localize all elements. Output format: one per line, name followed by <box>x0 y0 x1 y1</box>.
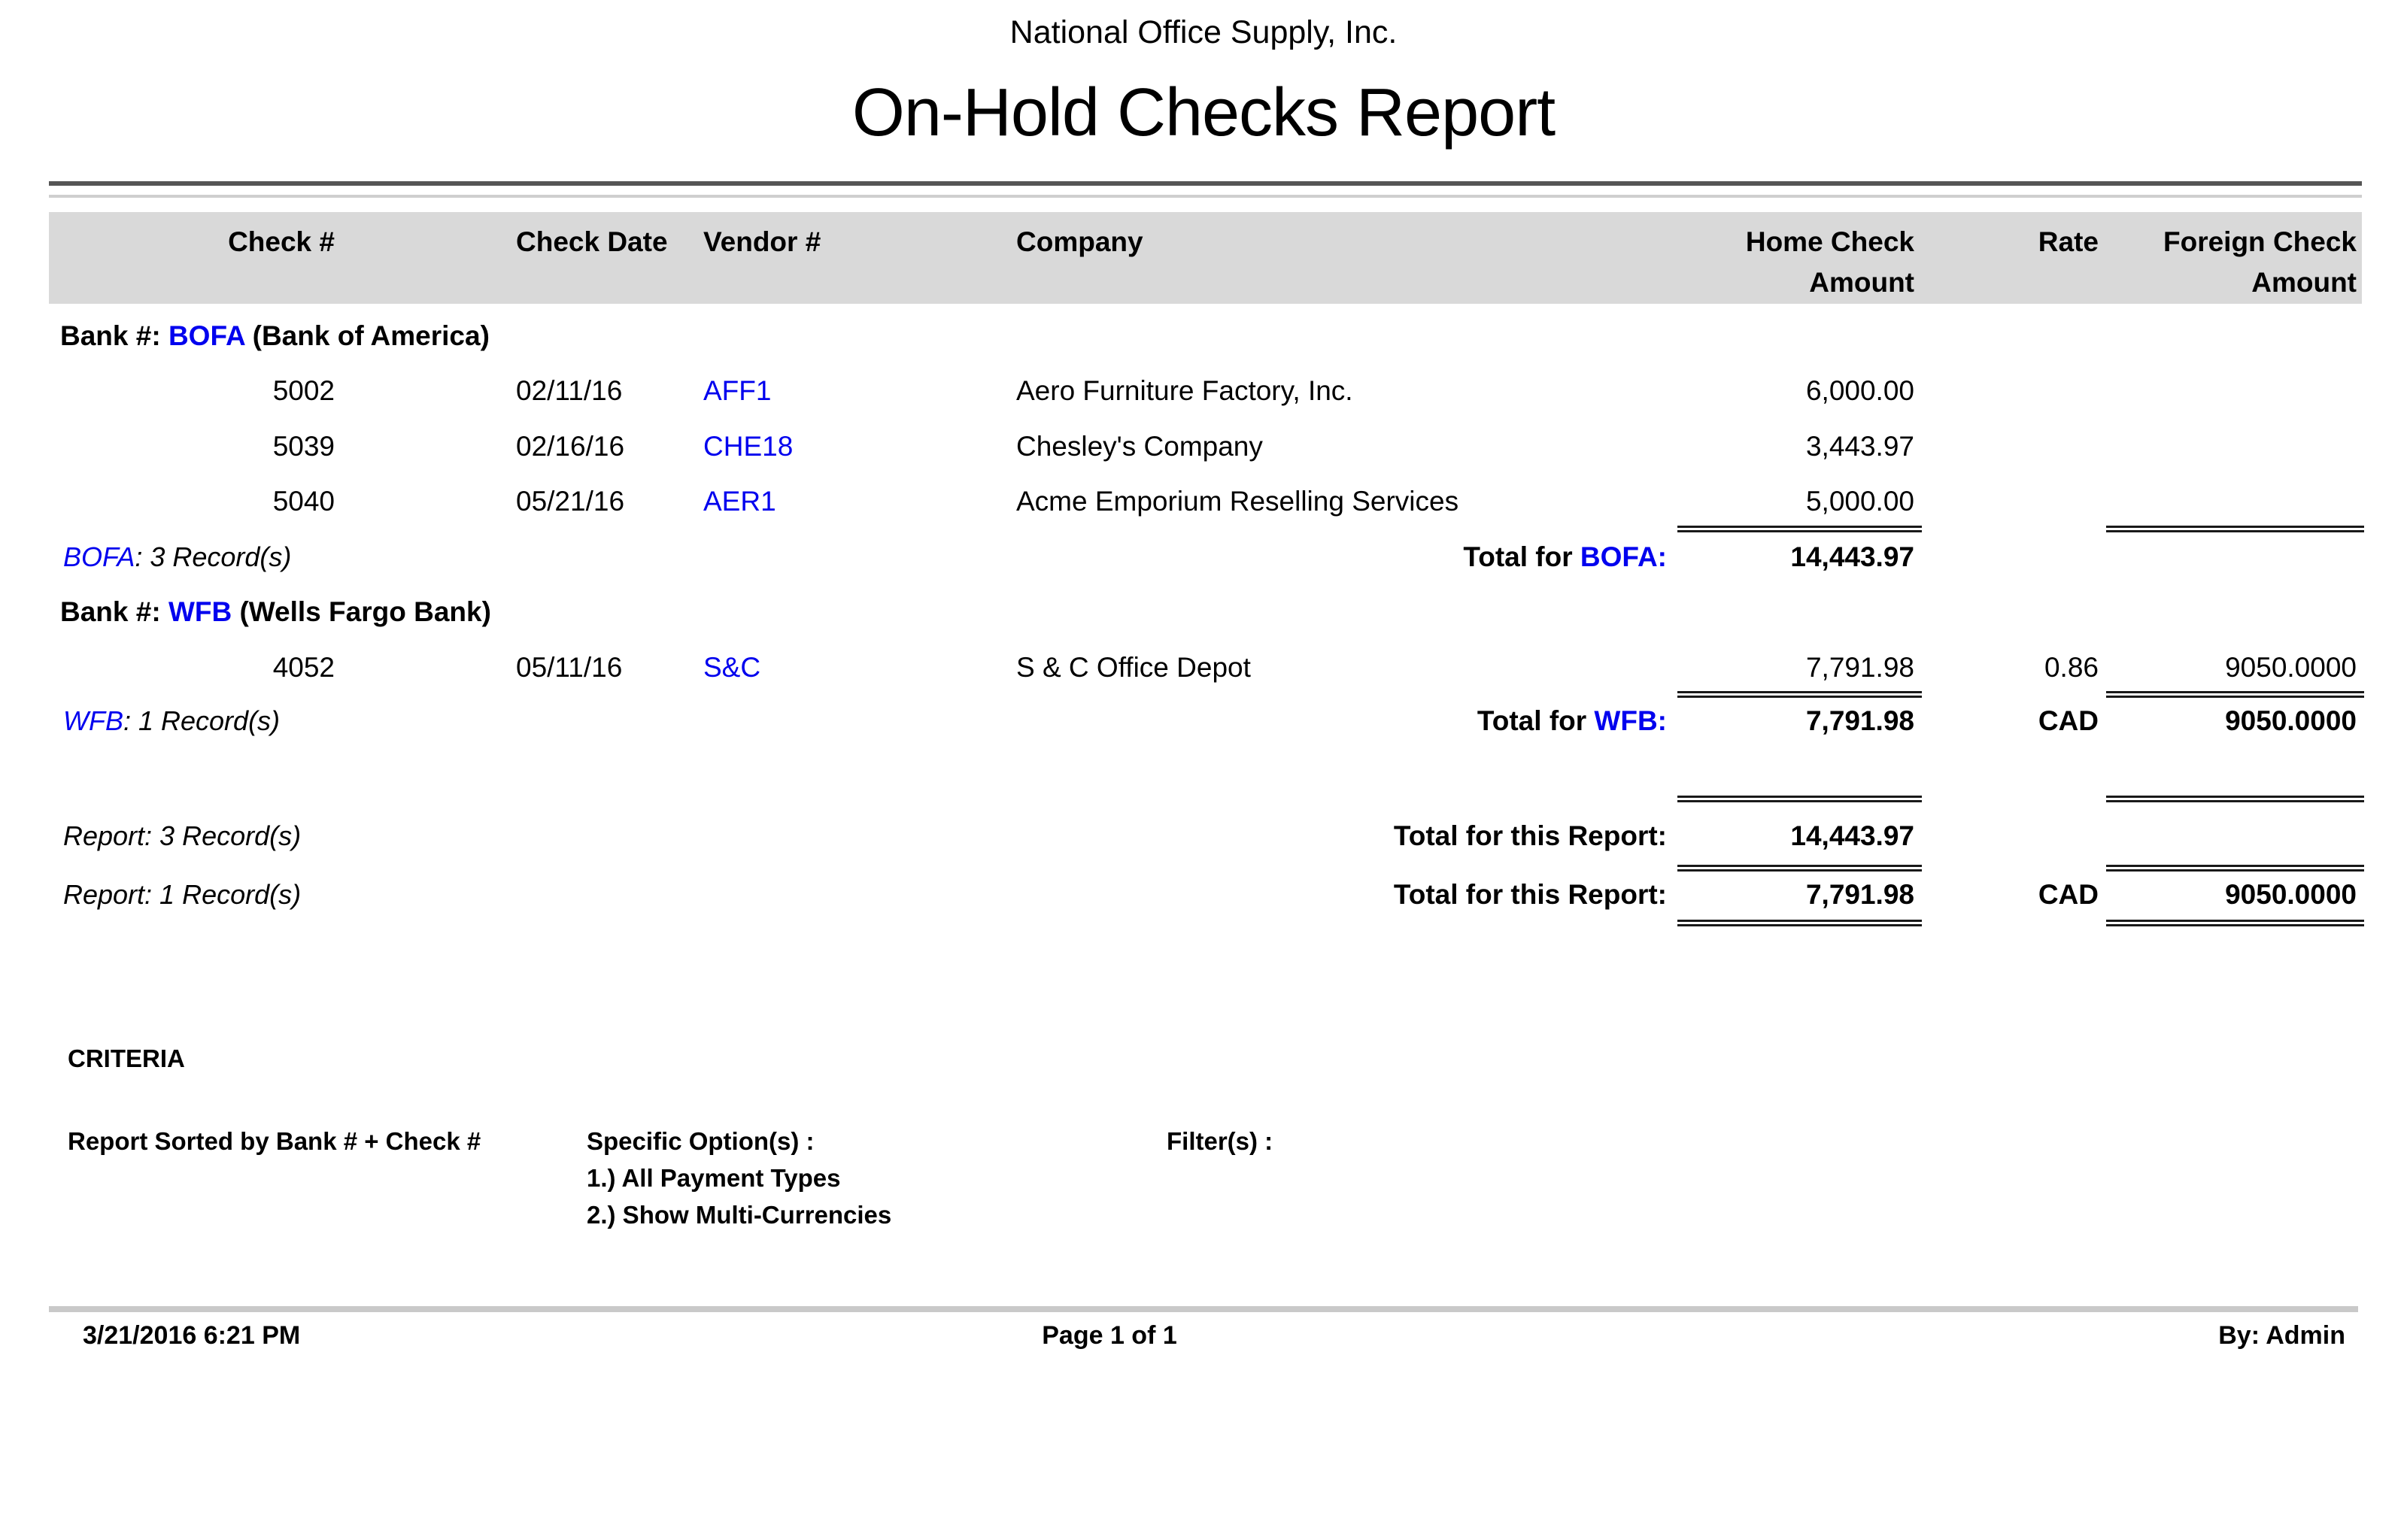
check-number-cell: 5002 <box>45 372 335 410</box>
criteria-option: 1.) All Payment Types <box>587 1160 1113 1197</box>
check-row: 5002 02/11/16 AFF1 Aero Furniture Factor… <box>0 372 2407 410</box>
bank-records-code: WFB <box>63 705 123 736</box>
report-total-rule-foreign <box>2106 796 2364 802</box>
title-separator-light <box>49 195 2362 198</box>
report-records-count: Report: 1 Record(s) <box>63 876 815 914</box>
criteria-filters-label: Filter(s) : <box>1167 1123 1618 1160</box>
bank-line: Bank #: BOFA (Bank of America) <box>60 317 1113 355</box>
bank-total-prefix: Total for <box>1463 541 1580 572</box>
footer-page-number: Page 1 of 1 <box>903 1317 1316 1354</box>
bank-records-text: : 1 Record(s) <box>123 705 280 736</box>
bank-records-text: : 3 Record(s) <box>135 541 291 572</box>
rate-cell: 0.86 <box>1911 649 2099 687</box>
bank-total-label: Total for BOFA: <box>1053 538 1667 576</box>
col-header-home-amount: Amount <box>1613 266 1914 299</box>
report-total-rule-home <box>1677 865 1922 872</box>
check-date-cell: 02/16/16 <box>516 428 712 465</box>
vendor-code-link[interactable]: AFF1 <box>703 372 959 410</box>
report-records-count: Report: 3 Record(s) <box>63 817 815 855</box>
criteria-option: 2.) Show Multi-Currencies <box>587 1196 1113 1234</box>
footer-separator <box>49 1306 2358 1312</box>
subtotal-rule-foreign <box>2106 526 2364 532</box>
criteria-specific-options-label: Specific Option(s) : <box>587 1123 1113 1160</box>
subtotal-rule-foreign <box>2106 691 2364 698</box>
bank-label: Bank #: <box>60 596 168 627</box>
col-header-check-number: Check # <box>45 226 335 259</box>
home-amount-cell: 6,000.00 <box>1613 372 1914 410</box>
col-header-foreign-amount: Amount <box>2093 266 2357 299</box>
check-date-cell: 05/11/16 <box>516 649 712 687</box>
footer-generated-by: By: Admin <box>1894 1317 2345 1354</box>
report-title: On-Hold Checks Report <box>0 75 2407 150</box>
bank-records-code: BOFA <box>63 541 135 572</box>
bank-name: (Wells Fargo Bank) <box>232 596 491 627</box>
bank-total-currency: CAD <box>1911 702 2099 740</box>
report-total-label: Total for this Report: <box>1053 817 1667 855</box>
check-number-cell: 5039 <box>45 428 335 465</box>
bank-line: Bank #: WFB (Wells Fargo Bank) <box>60 593 1113 631</box>
bank-label: Bank #: <box>60 320 168 351</box>
bank-records-count: BOFA: 3 Record(s) <box>63 538 815 576</box>
table-header-row-1: Check # Check Date Vendor # Company Home… <box>0 226 2407 259</box>
criteria-sorted-by: Report Sorted by Bank # + Check # <box>68 1123 594 1160</box>
vendor-code-link[interactable]: CHE18 <box>703 428 959 465</box>
criteria-row: Report Sorted by Bank # + Check # Specif… <box>0 1123 2407 1160</box>
bank-name: (Bank of America) <box>244 320 490 351</box>
col-header-rate: Rate <box>1911 226 2099 259</box>
vendor-code-link[interactable]: S&C <box>703 649 959 687</box>
report-total-rule-foreign <box>2106 865 2364 872</box>
footer-datetime: 3/21/2016 6:21 PM <box>83 1317 684 1354</box>
bank-group-header: Bank #: BOFA (Bank of America) <box>0 317 2407 355</box>
criteria-heading: CRITERIA <box>68 1040 594 1078</box>
check-row: 5040 05/21/16 AER1 Acme Emporium Reselli… <box>0 483 2407 520</box>
bank-code-link[interactable]: WFB <box>168 596 232 627</box>
check-date-cell: 05/21/16 <box>516 483 712 520</box>
criteria-row: 1.) All Payment Types <box>0 1160 2407 1197</box>
check-row: 4052 05/11/16 S&C S & C Office Depot 7,7… <box>0 649 2407 687</box>
col-header-vendor-number: Vendor # <box>703 226 959 259</box>
check-number-cell: 4052 <box>45 649 335 687</box>
report-total-home-amount: 14,443.97 <box>1613 817 1914 855</box>
footer-row: 3/21/2016 6:21 PM Page 1 of 1 By: Admin <box>0 1317 2407 1354</box>
criteria-section-header: CRITERIA <box>0 1040 2407 1078</box>
report-total-currency: CAD <box>1911 876 2099 914</box>
bank-records-count: WFB: 1 Record(s) <box>63 702 815 740</box>
bank-total-foreign-amount: 9050.0000 <box>2093 702 2357 740</box>
report-total-row: Report: 3 Record(s) Total for this Repor… <box>0 817 2407 855</box>
check-number-cell: 5040 <box>45 483 335 520</box>
home-amount-cell: 3,443.97 <box>1613 428 1914 465</box>
report-total-rule-foreign <box>2106 920 2364 926</box>
bank-total-row: WFB: 1 Record(s) Total for WFB: 7,791.98… <box>0 702 2407 740</box>
subtotal-rule-home <box>1677 526 1922 532</box>
check-date-cell: 02/11/16 <box>516 372 712 410</box>
report-total-home-amount: 7,791.98 <box>1613 876 1914 914</box>
bank-total-prefix: Total for <box>1477 705 1595 736</box>
report-page: National Office Supply, Inc. On-Hold Che… <box>0 0 2407 1540</box>
report-total-foreign-amount: 9050.0000 <box>2093 876 2357 914</box>
bank-group-header: Bank #: WFB (Wells Fargo Bank) <box>0 593 2407 631</box>
report-total-row: Report: 1 Record(s) Total for this Repor… <box>0 876 2407 914</box>
bank-total-row: BOFA: 3 Record(s) Total for BOFA: 14,443… <box>0 538 2407 576</box>
table-header-row-2: Amount Amount <box>0 266 2407 299</box>
col-header-home-check: Home Check <box>1613 226 1914 259</box>
criteria-row: 2.) Show Multi-Currencies <box>0 1196 2407 1234</box>
company-name: National Office Supply, Inc. <box>0 14 2407 51</box>
vendor-code-link[interactable]: AER1 <box>703 483 959 520</box>
col-header-foreign-check: Foreign Check <box>2093 226 2357 259</box>
foreign-amount-cell: 9050.0000 <box>2093 649 2357 687</box>
bank-total-home-amount: 14,443.97 <box>1613 538 1914 576</box>
report-total-rule-home <box>1677 920 1922 926</box>
col-header-check-date: Check Date <box>516 226 712 259</box>
home-amount-cell: 5,000.00 <box>1613 483 1914 520</box>
home-amount-cell: 7,791.98 <box>1613 649 1914 687</box>
check-row: 5039 02/16/16 CHE18 Chesley's Company 3,… <box>0 428 2407 465</box>
bank-total-home-amount: 7,791.98 <box>1613 702 1914 740</box>
subtotal-rule-home <box>1677 691 1922 698</box>
bank-code-link[interactable]: BOFA <box>168 320 244 351</box>
title-separator-dark <box>49 181 2362 186</box>
report-total-rule-home <box>1677 796 1922 802</box>
bank-total-label: Total for WFB: <box>1053 702 1667 740</box>
report-total-label: Total for this Report: <box>1053 876 1667 914</box>
